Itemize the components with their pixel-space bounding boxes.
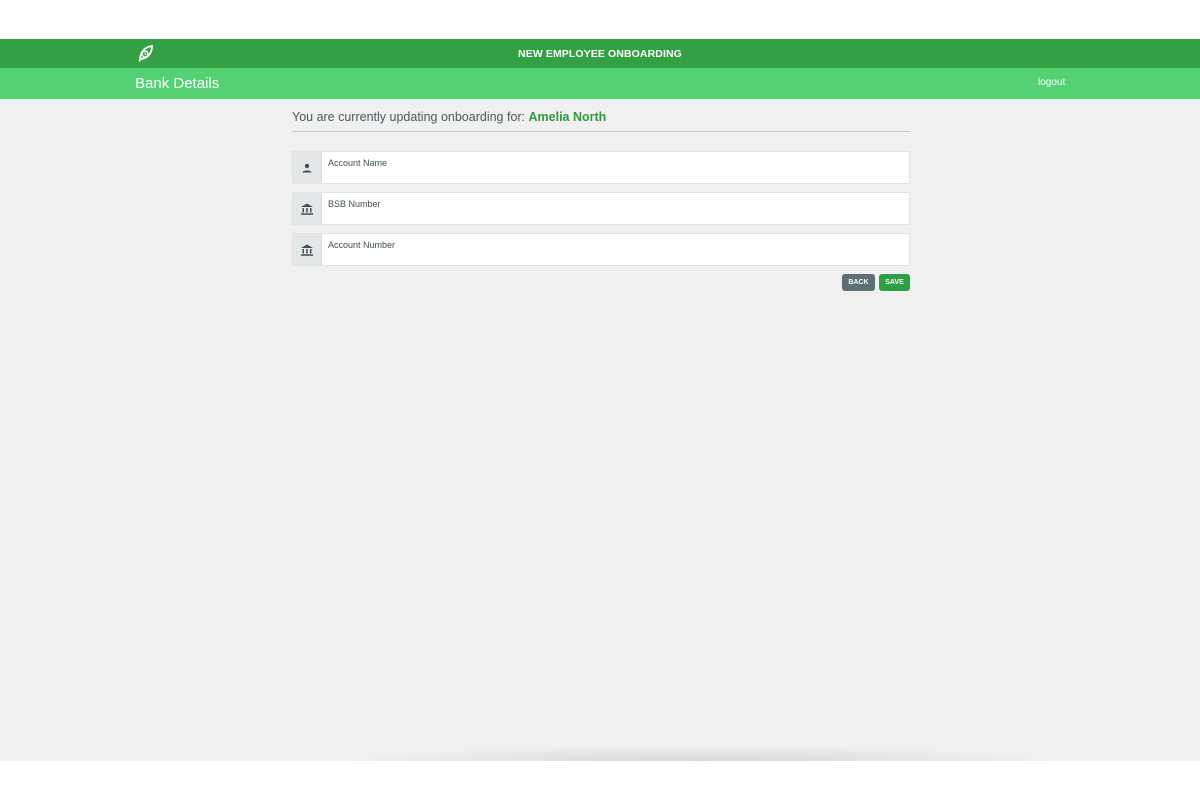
bank-icon — [293, 193, 322, 224]
account-number-wrap — [322, 234, 909, 265]
bsb-number-input[interactable] — [322, 193, 909, 224]
employee-name: Amelia North — [528, 110, 607, 124]
page-title: Bank Details — [135, 75, 220, 92]
bank-details-form: You are currently updating onboarding fo… — [292, 110, 910, 291]
app-shell: NEW EMPLOYEE ONBOARDING Bank Details log… — [0, 39, 1200, 761]
bank-icon — [293, 234, 322, 265]
save-button[interactable]: SAVE — [879, 274, 910, 291]
intro-text: You are currently updating onboarding fo… — [292, 110, 529, 124]
sub-header: Bank Details logout — [0, 68, 1200, 99]
form-actions: BACK SAVE — [292, 274, 910, 291]
page-shadow — [340, 745, 1060, 761]
leaf-clock-icon[interactable] — [136, 43, 156, 63]
logout-link[interactable]: logout — [1038, 77, 1065, 88]
bsb-number-field — [292, 192, 910, 225]
onboarding-intro: You are currently updating onboarding fo… — [292, 110, 910, 132]
bsb-number-wrap — [322, 193, 909, 224]
person-icon — [293, 152, 322, 183]
account-name-input[interactable] — [322, 152, 909, 183]
top-bar: NEW EMPLOYEE ONBOARDING — [0, 39, 1200, 68]
back-button[interactable]: BACK — [842, 274, 875, 291]
account-name-field — [292, 151, 910, 184]
app-title: NEW EMPLOYEE ONBOARDING — [518, 47, 682, 60]
account-name-wrap — [322, 152, 909, 183]
account-number-field — [292, 233, 910, 266]
account-number-input[interactable] — [322, 234, 909, 265]
